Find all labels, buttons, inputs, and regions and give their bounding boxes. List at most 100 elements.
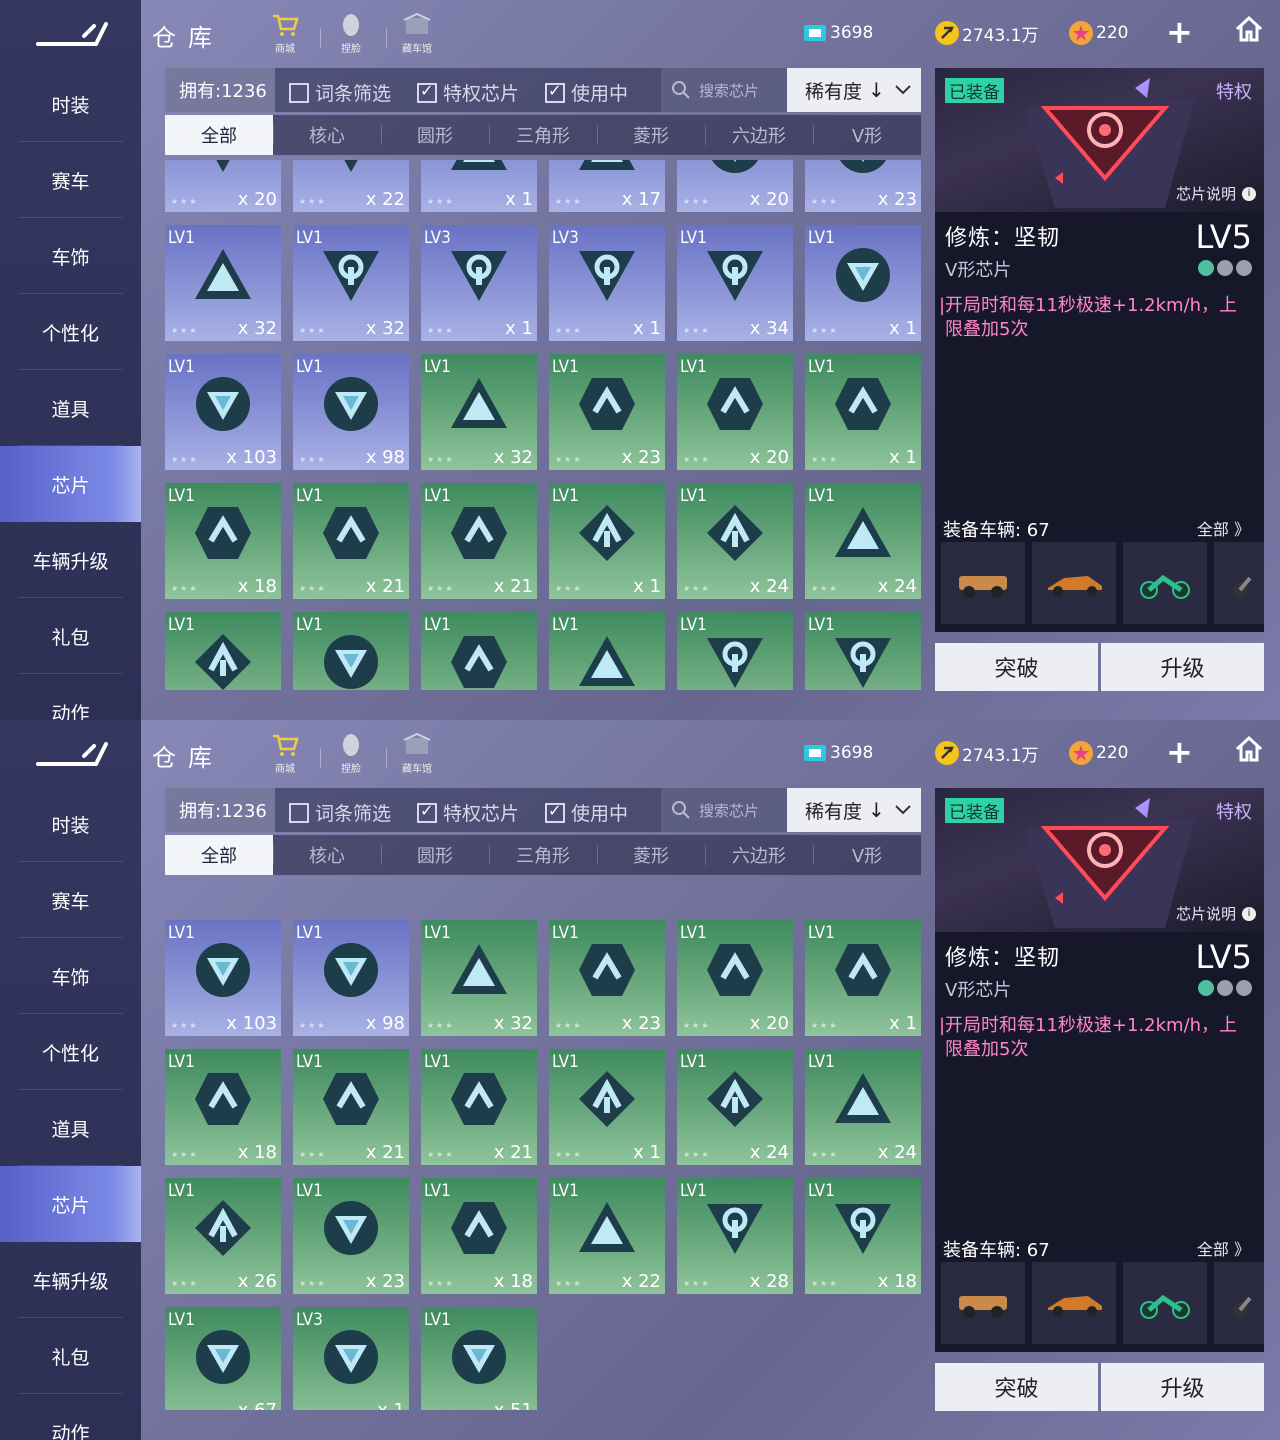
search-input[interactable]: 搜索芯片 [661,788,787,832]
chip-card[interactable]: LV1 ★★★ x 32 [421,920,537,1036]
privilege-chip-checkbox[interactable]: 特权芯片 [417,79,519,106]
chip-card[interactable]: LV1 ★★★ x 103 [165,920,281,1036]
coin-counter[interactable]: 2743.1万 [934,20,1038,46]
garage-button[interactable]: 藏车馆 [392,12,442,55]
privilege-chip-checkbox[interactable]: 特权芯片 [417,799,519,826]
chip-card[interactable]: LV3 ★★★ x 1 [293,1307,409,1410]
chip-card[interactable]: LV1 ★★★ x 18 [165,483,281,599]
sidebar-item[interactable]: 芯片 [0,446,141,522]
category-tab[interactable]: 菱形 [597,115,705,155]
star-counter[interactable]: 220 [1068,740,1128,766]
sidebar-item[interactable]: 车饰 [0,218,141,294]
chip-card[interactable]: LV1★★★ [549,612,665,690]
sidebar-item[interactable]: 芯片 [0,1166,141,1242]
add-currency-button[interactable]: + [1166,736,1193,768]
vehicle-thumb[interactable] [1032,1262,1116,1344]
chip-card[interactable]: LV1 ★★★ x 103 [165,354,281,470]
chip-card[interactable]: LV1 ★★★ x 23 [293,1178,409,1294]
chip-card[interactable]: LV1 ★★★ x 21 [293,483,409,599]
chip-card[interactable]: LV1 ★★★ x 51 [421,1307,537,1410]
category-tab[interactable]: V形 [813,835,921,875]
category-tab[interactable]: 三角形 [489,115,597,155]
chip-card[interactable]: LV1 ★★★ x 23 [549,920,665,1036]
home-icon[interactable] [1234,734,1264,764]
chip-card[interactable]: LV1 ★★★ x 24 [677,483,793,599]
breakthrough-button[interactable]: 突破 [935,643,1098,691]
vehicle-thumb[interactable] [1123,1262,1207,1344]
sidebar-item[interactable]: 礼包 [0,1318,141,1394]
chip-info-link[interactable]: 芯片说明 i [1176,183,1256,204]
vehicle-thumb[interactable] [1214,1262,1264,1344]
chip-card[interactable]: LV1 ★★★ x 32 [165,225,281,341]
sidebar-item[interactable]: 车饰 [0,938,141,1014]
upgrade-button[interactable]: 升级 [1101,1363,1264,1411]
category-tab[interactable]: 圆形 [381,115,489,155]
sidebar-item[interactable]: 道具 [0,370,141,446]
category-tab[interactable]: 六边形 [705,835,813,875]
sidebar-item[interactable]: 时装 [0,66,141,142]
add-currency-button[interactable]: + [1166,16,1193,48]
chip-card[interactable]: LV1★★★ [293,612,409,690]
chip-card[interactable]: LV1 ★★★ x 24 [805,483,921,599]
chip-card[interactable]: LV1 ★★★ x 23 [549,354,665,470]
sidebar-item[interactable]: 动作 [0,1394,141,1440]
chip-card[interactable]: ★★★ x 23 [805,160,921,212]
vehicle-thumb[interactable] [1032,542,1116,624]
chip-card[interactable]: LV1 ★★★ x 20 [677,920,793,1036]
chip-card[interactable]: LV1 ★★★ x 21 [293,1049,409,1165]
chip-card[interactable]: LV1 ★★★ x 98 [293,354,409,470]
sidebar-item[interactable]: 赛车 [0,862,141,938]
chip-card[interactable]: LV1 ★★★ x 24 [805,1049,921,1165]
chip-card[interactable]: LV3 ★★★ x 1 [549,225,665,341]
category-tab[interactable]: 六边形 [705,115,813,155]
vehicle-thumb[interactable] [941,542,1025,624]
chip-card[interactable]: LV3 ★★★ x 1 [421,225,537,341]
sidebar-item[interactable]: 车辆升级 [0,522,141,598]
shop-button[interactable]: 商城 [260,732,310,775]
shop-button[interactable]: 商城 [260,12,310,55]
chip-card[interactable]: LV1 ★★★ x 22 [549,1178,665,1294]
chip-card[interactable]: LV1 ★★★ x 18 [421,1178,537,1294]
chip-card[interactable]: ★★★ x 20 [677,160,793,212]
vehicle-thumb[interactable] [1123,542,1207,624]
affix-filter-checkbox[interactable]: 词条筛选 [289,79,391,106]
sort-dropdown[interactable]: 稀有度 ↓ [787,68,921,112]
chip-card[interactable]: LV1 ★★★ x 34 [677,225,793,341]
category-tab[interactable]: 全部 [165,115,273,155]
star-counter[interactable]: 220 [1068,20,1128,46]
affix-filter-checkbox[interactable]: 词条筛选 [289,799,391,826]
face-button[interactable]: 捏脸 [326,732,376,775]
chip-card[interactable]: LV1 ★★★ x 1 [805,225,921,341]
chip-card[interactable]: ★★★ x 1 [421,160,537,212]
chip-card[interactable]: LV1 ★★★ x 67 [165,1307,281,1410]
chip-card[interactable]: LV1 ★★★ x 18 [165,1049,281,1165]
category-tab[interactable]: V形 [813,115,921,155]
sidebar-item[interactable]: 时装 [0,786,141,862]
chip-card[interactable]: LV1 ★★★ x 28 [677,1178,793,1294]
chip-card[interactable]: LV1 ★★★ x 1 [549,483,665,599]
vehicle-thumb[interactable] [941,1262,1025,1344]
coin-counter[interactable]: 2743.1万 [934,740,1038,766]
category-tab[interactable]: 全部 [165,835,273,875]
in-use-checkbox[interactable]: 使用中 [545,79,628,106]
chip-info-link[interactable]: 芯片说明 i [1176,903,1256,924]
chip-card[interactable]: LV1★★★ [421,612,537,690]
chip-card[interactable]: LV1 ★★★ x 32 [421,354,537,470]
category-tab[interactable]: 菱形 [597,835,705,875]
upgrade-button[interactable]: 升级 [1101,643,1264,691]
category-tab[interactable]: 三角形 [489,835,597,875]
sidebar-item[interactable]: 道具 [0,1090,141,1166]
chip-card[interactable]: ★★★ x 17 [549,160,665,212]
chip-card[interactable]: LV1 ★★★ x 1 [805,920,921,1036]
sidebar-item[interactable]: 动作 [0,674,141,721]
ticket-counter[interactable]: 3698 [802,20,873,46]
sidebar-item[interactable]: 车辆升级 [0,1242,141,1318]
chip-card[interactable]: LV1 ★★★ x 18 [805,1178,921,1294]
chip-card[interactable]: LV1 ★★★ x 21 [421,483,537,599]
ticket-counter[interactable]: 3698 [802,740,873,766]
home-icon[interactable] [1234,14,1264,44]
chip-card[interactable]: LV1 ★★★ x 26 [165,1178,281,1294]
sidebar-item[interactable]: 个性化 [0,1014,141,1090]
chip-card[interactable]: ★★★ x 20 [165,160,281,212]
chip-card[interactable]: LV1 ★★★ x 32 [293,225,409,341]
